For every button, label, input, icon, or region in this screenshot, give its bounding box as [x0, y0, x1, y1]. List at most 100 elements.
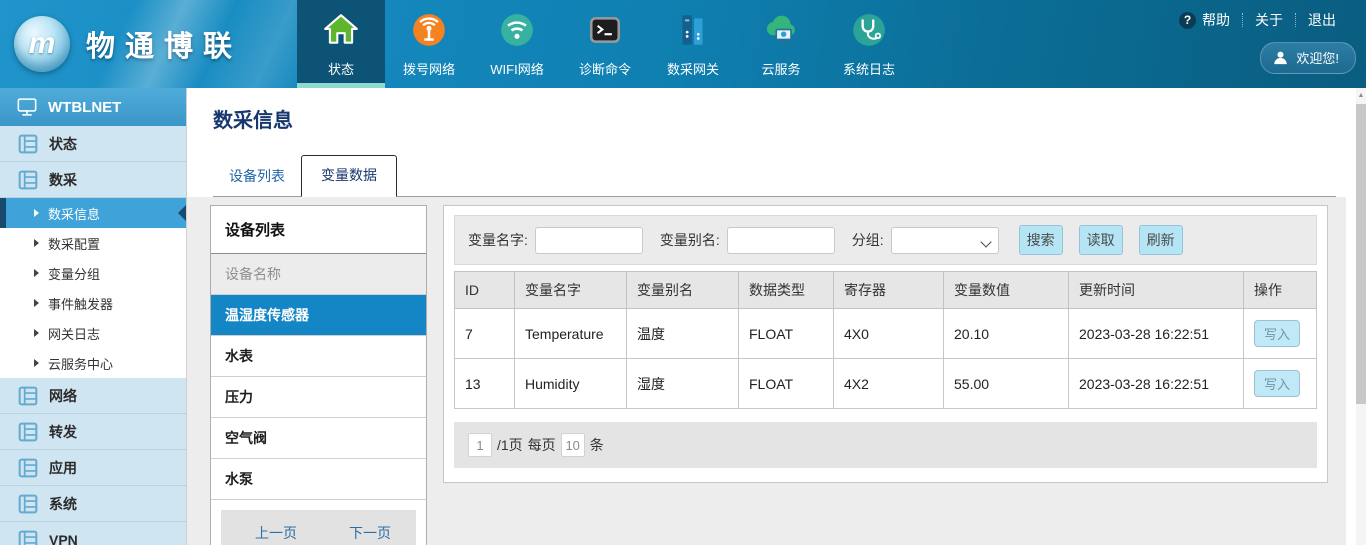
col-data-type: 数据类型 [739, 272, 834, 309]
sidebar-title-label: WTBLNET [48, 99, 121, 116]
sidebar-item-variable-group[interactable]: 变量分组 [0, 258, 186, 288]
nav-item-daq-gateway[interactable]: 数采网关 [649, 0, 737, 88]
group-select[interactable] [891, 227, 999, 254]
group-label: 分组: [852, 230, 884, 250]
nav-label: 拨号网络 [403, 59, 455, 78]
read-button[interactable]: 读取 [1079, 225, 1123, 255]
scrollbar-thumb[interactable] [1356, 104, 1366, 404]
device-row-air-valve[interactable]: 空气阀 [211, 418, 426, 459]
device-panel-header: 设备列表 [211, 206, 426, 254]
next-page-link[interactable]: 下一页 [349, 523, 391, 543]
sidebar-item-daq-config[interactable]: 数采配置 [0, 228, 186, 258]
sidebar-item-event-trigger[interactable]: 事件触发器 [0, 288, 186, 318]
nav-item-cloud-service[interactable]: 云服务 [737, 0, 825, 88]
content-top: 数采信息 设备列表 变量数据 [187, 88, 1366, 197]
sidebar-item-network[interactable]: 网络 [0, 378, 186, 414]
refresh-button[interactable]: 刷新 [1139, 225, 1183, 255]
help-link[interactable]: ? 帮助 [1167, 8, 1242, 32]
cell-name: Humidity [515, 359, 627, 409]
sidebar-subitem-label: 数采信息 [48, 204, 100, 223]
cell-register: 4X0 [834, 309, 944, 359]
help-label: 帮助 [1202, 10, 1230, 30]
brand-globe-icon: m [14, 16, 70, 72]
sidebar-item-label: 状态 [49, 134, 77, 154]
sidebar-item-label: 网络 [49, 386, 77, 406]
welcome-button[interactable]: 欢迎您! [1260, 42, 1356, 74]
nav-item-system-log[interactable]: 系统日志 [825, 0, 913, 88]
nav-item-status[interactable]: 状态 [297, 0, 385, 88]
nav-label: 状态 [328, 59, 354, 78]
top-nav: 状态 拨号网络 WIFI网络 诊断命令 数采网关 [297, 0, 913, 88]
triangle-icon [34, 209, 39, 217]
logout-link[interactable]: 退出 [1296, 8, 1348, 32]
sidebar-item-daq[interactable]: 数采 [0, 162, 186, 198]
col-id: ID [455, 272, 515, 309]
sidebar-item-daq-info[interactable]: 数采信息 [0, 198, 186, 228]
terminal-icon [585, 10, 625, 50]
list-icon [18, 422, 38, 442]
scroll-up-arrow[interactable]: ▲ [1356, 88, 1366, 102]
cell-value: 55.00 [944, 359, 1069, 409]
content-body: 设备列表 设备名称 温湿度传感器 水表 压力 空气阀 水泵 上一页 下一页 变量… [187, 197, 1366, 545]
sidebar-subitem-label: 云服务中心 [48, 354, 113, 373]
device-row-temp-humidity-sensor[interactable]: 温湿度传感器 [211, 295, 426, 336]
gutter [1346, 88, 1356, 545]
sidebar-item-status[interactable]: 状态 [0, 126, 186, 162]
brand-logo: m 物通博联 [0, 0, 297, 88]
sidebar-item-vpn[interactable]: VPN [0, 522, 186, 545]
tab-device-list[interactable]: 设备列表 [213, 166, 301, 196]
nav-item-diagnostic-command[interactable]: 诊断命令 [561, 0, 649, 88]
sidebar-item-gateway-log[interactable]: 网关日志 [0, 318, 186, 348]
write-button[interactable]: 写入 [1254, 320, 1300, 347]
triangle-icon [34, 239, 39, 247]
sidebar-item-system[interactable]: 系统 [0, 486, 186, 522]
sidebar-subitem-label: 网关日志 [48, 324, 100, 343]
col-register: 寄存器 [834, 272, 944, 309]
wifi-icon [497, 10, 537, 50]
sidebar-item-cloud-center[interactable]: 云服务中心 [0, 348, 186, 378]
device-row-pressure[interactable]: 压力 [211, 377, 426, 418]
sidebar-item-forward[interactable]: 转发 [0, 414, 186, 450]
tab-variable-data[interactable]: 变量数据 [301, 155, 397, 197]
list-icon [18, 458, 38, 478]
cell-type: FLOAT [739, 359, 834, 409]
device-pager: 上一页 下一页 [221, 510, 416, 545]
logout-label: 退出 [1308, 10, 1336, 30]
nav-item-wifi-network[interactable]: WIFI网络 [473, 0, 561, 88]
top-header: m 物通博联 状态 拨号网络 WIFI网络 诊断命令 [0, 0, 1366, 88]
variable-name-input[interactable] [535, 227, 643, 254]
nav-label: 云服务 [761, 59, 800, 78]
device-row-water-pump[interactable]: 水泵 [211, 459, 426, 500]
sidebar-item-label: 应用 [49, 458, 77, 478]
sidebar-item-label: 转发 [49, 422, 77, 442]
cell-action: 写入 [1244, 309, 1317, 359]
tab-bar: 设备列表 变量数据 [213, 159, 1336, 197]
page-number-input[interactable] [468, 433, 492, 457]
about-link[interactable]: 关于 [1243, 8, 1295, 32]
sidebar-item-application[interactable]: 应用 [0, 450, 186, 486]
variable-name-label: 变量名字: [468, 230, 528, 250]
list-icon [18, 494, 38, 514]
vertical-scrollbar[interactable]: ▲ [1356, 88, 1366, 545]
write-button[interactable]: 写入 [1254, 370, 1300, 397]
variable-data-panel: 变量名字: 变量别名: 分组: 搜索 读取 刷新 [443, 205, 1328, 483]
list-icon [18, 530, 38, 545]
variable-alias-input[interactable] [727, 227, 835, 254]
prev-page-link[interactable]: 上一页 [255, 523, 297, 543]
home-icon [321, 10, 361, 50]
nav-label: WIFI网络 [490, 59, 543, 78]
sidebar-subitem-label: 变量分组 [48, 264, 100, 283]
about-label: 关于 [1255, 10, 1283, 30]
table-pager: /1页 每页 条 [454, 422, 1317, 468]
search-button[interactable]: 搜索 [1019, 225, 1063, 255]
device-row-water-meter[interactable]: 水表 [211, 336, 426, 377]
cell-value: 20.10 [944, 309, 1069, 359]
cell-updated: 2023-03-28 16:22:51 [1069, 359, 1244, 409]
sidebar-subitem-label: 事件触发器 [48, 294, 113, 313]
per-page-input[interactable] [561, 433, 585, 457]
stethoscope-icon [849, 10, 889, 50]
cell-register: 4X2 [834, 359, 944, 409]
cell-id: 13 [455, 359, 515, 409]
nav-item-dial-network[interactable]: 拨号网络 [385, 0, 473, 88]
sidebar-subitem-label: 数采配置 [48, 234, 100, 253]
